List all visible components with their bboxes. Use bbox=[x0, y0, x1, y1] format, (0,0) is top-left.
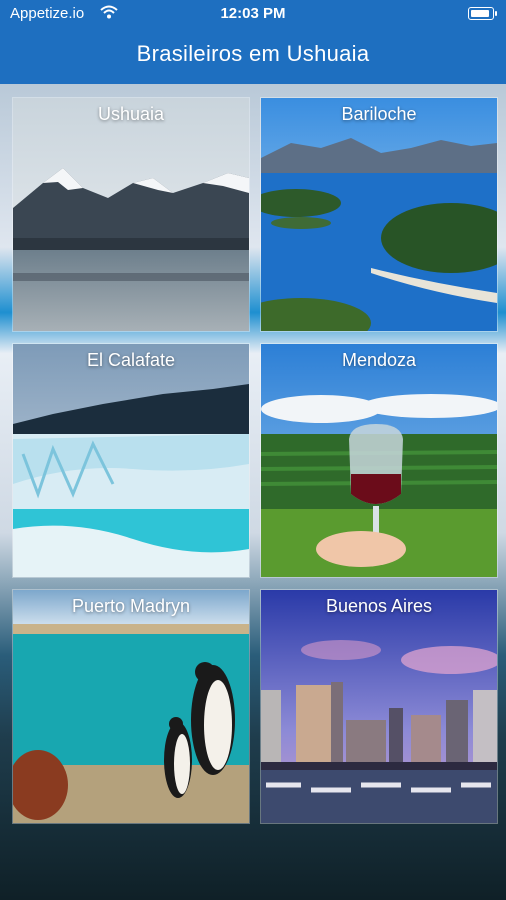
el-calafate-photo bbox=[13, 344, 249, 577]
status-time: 12:03 PM bbox=[220, 5, 286, 22]
bariloche-photo bbox=[261, 98, 497, 331]
destination-grid: Ushuaia Bariloche El Calafate Mendoza Pu… bbox=[0, 84, 506, 900]
buenos-aires-photo bbox=[261, 590, 497, 823]
tile-label: El Calafate bbox=[86, 350, 176, 370]
tile-label: Puerto Madryn bbox=[71, 596, 191, 616]
tile-label: Bariloche bbox=[341, 104, 417, 124]
ushuaia-photo bbox=[13, 98, 249, 331]
tile-label: Ushuaia bbox=[97, 104, 165, 124]
tile-bariloche[interactable]: Bariloche bbox=[260, 97, 498, 332]
tile-mendoza[interactable]: Mendoza bbox=[260, 343, 498, 578]
tile-ushuaia[interactable]: Ushuaia bbox=[12, 97, 250, 332]
tile-label: Mendoza bbox=[341, 350, 417, 370]
tile-el-calafate[interactable]: El Calafate bbox=[12, 343, 250, 578]
tile-label: Buenos Aires bbox=[325, 596, 433, 616]
tile-buenos-aires[interactable]: Buenos Aires bbox=[260, 589, 498, 824]
mendoza-photo bbox=[261, 344, 497, 577]
navigation-bar: Brasileiros em Ushuaia bbox=[0, 28, 506, 84]
status-bar: Appetize.io 12:03 PM bbox=[0, 0, 506, 28]
page-title: Brasileiros em Ushuaia bbox=[136, 41, 370, 66]
tile-puerto-madryn[interactable]: Puerto Madryn bbox=[12, 589, 250, 824]
puerto-madryn-photo bbox=[13, 590, 249, 823]
battery-icon bbox=[468, 7, 497, 20]
